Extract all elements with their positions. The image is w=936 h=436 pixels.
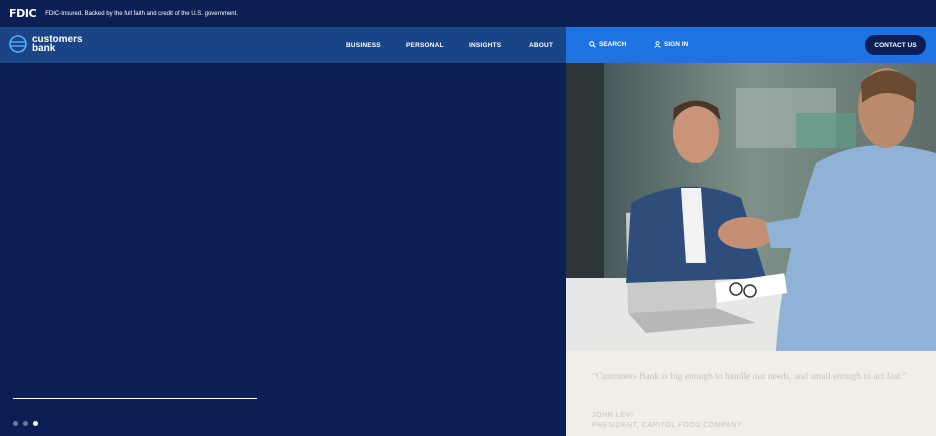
hero-curve-shape: [500, 330, 566, 436]
carousel-dot-3[interactable]: [33, 421, 38, 426]
carousel-dot-2[interactable]: [23, 421, 28, 426]
carousel-dot-1[interactable]: [13, 421, 18, 426]
carousel-dots: [13, 421, 38, 426]
testimonial-person-title: PRESIDENT, CAPITOL FOOD COMPANY: [592, 422, 743, 429]
search-button[interactable]: SEARCH: [589, 41, 626, 48]
testimonial-quote: “Customers Bank is big enough to handle …: [592, 372, 908, 382]
hero-photo: [566, 63, 936, 351]
brand-logo[interactable]: customers bank: [9, 35, 83, 54]
fdic-logo: FDIC: [9, 7, 37, 20]
nav-personal[interactable]: PERSONAL: [406, 42, 444, 49]
brand-name: customers bank: [32, 35, 83, 54]
brand-logo-icon: [9, 35, 27, 53]
fdic-notice: FDIC-Insured. Backed by the full faith a…: [45, 10, 238, 17]
nav-insights[interactable]: INSIGHTS: [469, 42, 501, 49]
sign-in-button[interactable]: SIGN IN: [654, 41, 688, 48]
handshake-photo-illustration: [566, 63, 936, 351]
testimonial-attribution: JOHN LEVI PRESIDENT, CAPITOL FOOD COMPAN…: [592, 411, 742, 431]
nav-about[interactable]: ABOUT: [529, 42, 553, 49]
site-header: customers bank BUSINESS PERSONAL INSIGHT…: [0, 27, 936, 63]
carousel-progress-bar: [13, 398, 257, 399]
search-label: SEARCH: [599, 41, 627, 48]
search-icon: [589, 41, 596, 48]
testimonial-person-name: JOHN LEVI: [592, 412, 634, 419]
brand-name-line2: bank: [32, 43, 56, 54]
fdic-banner: FDIC FDIC-Insured. Backed by the full fa…: [0, 0, 936, 27]
user-icon: [654, 41, 661, 48]
sign-in-label: SIGN IN: [664, 41, 689, 48]
contact-us-button[interactable]: CONTACT US: [865, 35, 926, 55]
nav-business[interactable]: BUSINESS: [346, 42, 381, 49]
